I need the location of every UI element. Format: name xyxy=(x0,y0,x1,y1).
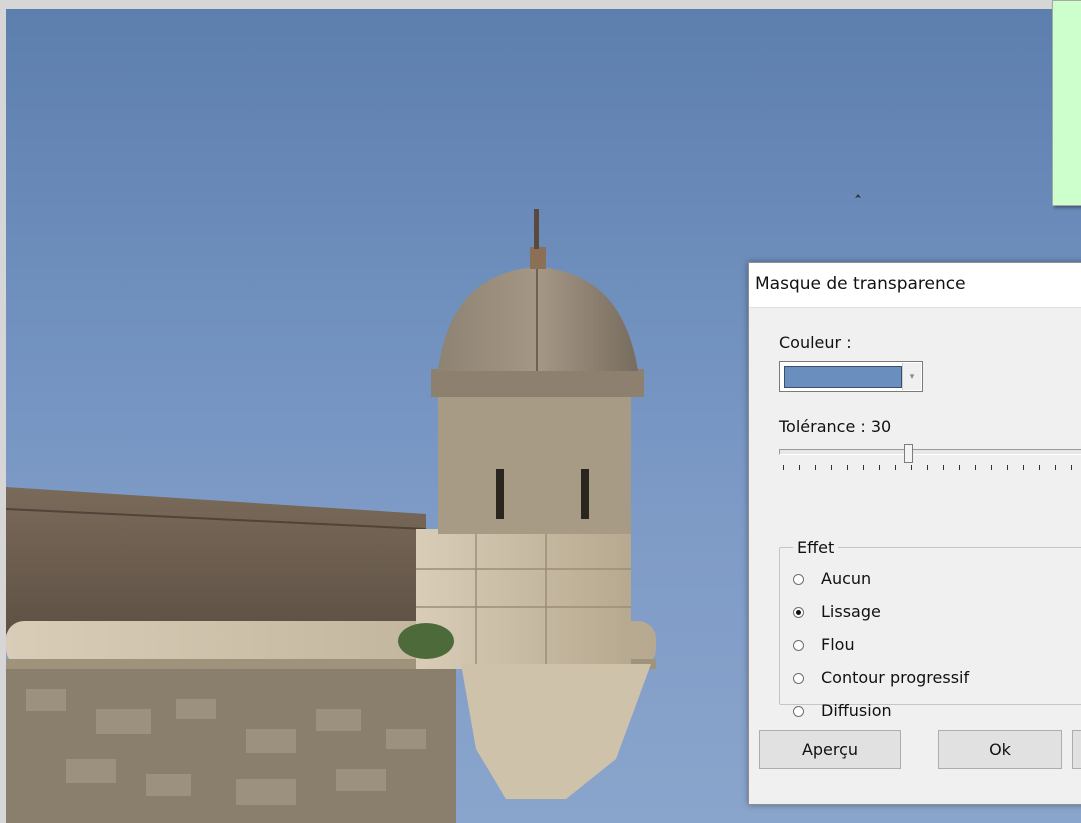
effect-group-label: Effet xyxy=(793,538,839,557)
chevron-down-icon[interactable]: ▾ xyxy=(902,363,921,390)
slider-tick xyxy=(1039,465,1040,470)
dialog-titlebar[interactable]: Masque de transparence xyxy=(749,263,1081,308)
tolerance-label: Tolérance : 30 xyxy=(779,417,892,436)
dialog-title: Masque de transparence xyxy=(755,274,966,294)
cancel-button-partial[interactable] xyxy=(1072,730,1081,769)
slider-tick xyxy=(1007,465,1008,470)
slider-tick xyxy=(943,465,944,470)
slider-tick xyxy=(799,465,800,470)
slider-tick xyxy=(815,465,816,470)
slider-tick xyxy=(895,465,896,470)
radio-button[interactable] xyxy=(793,673,804,684)
preview-button[interactable]: Aperçu xyxy=(759,730,901,769)
color-swatch xyxy=(784,366,902,388)
slider-tick xyxy=(1071,465,1072,470)
radio-button[interactable] xyxy=(793,640,804,651)
slider-tick xyxy=(783,465,784,470)
slider-tick xyxy=(831,465,832,470)
slider-tick xyxy=(927,465,928,470)
radio-label: Aucun xyxy=(821,569,872,588)
slider-tick xyxy=(959,465,960,470)
radio-label: Contour progressif xyxy=(821,668,970,687)
radio-button[interactable] xyxy=(793,706,804,717)
slider-tick xyxy=(911,465,912,470)
radio-label: Diffusion xyxy=(821,701,892,720)
tolerance-slider-thumb[interactable] xyxy=(904,444,913,463)
transparency-mask-dialog: Masque de transparence Couleur : ▾ Tolér… xyxy=(748,262,1081,805)
slider-tick xyxy=(847,465,848,470)
tolerance-slider-track[interactable] xyxy=(779,449,1081,455)
ok-button[interactable]: Ok xyxy=(938,730,1062,769)
slider-tick xyxy=(1055,465,1056,470)
radio-button[interactable] xyxy=(793,574,804,585)
radio-label: Flou xyxy=(821,635,855,654)
slider-tick xyxy=(1023,465,1024,470)
slider-tick xyxy=(991,465,992,470)
tolerance-slider-ticks xyxy=(783,465,1081,473)
slider-tick xyxy=(863,465,864,470)
slider-tick xyxy=(879,465,880,470)
slider-tick xyxy=(975,465,976,470)
radio-button-checked[interactable] xyxy=(793,607,804,618)
radio-label: Lissage xyxy=(821,602,881,621)
color-picker-combo[interactable]: ▾ xyxy=(779,361,923,392)
color-label: Couleur : xyxy=(779,333,852,352)
